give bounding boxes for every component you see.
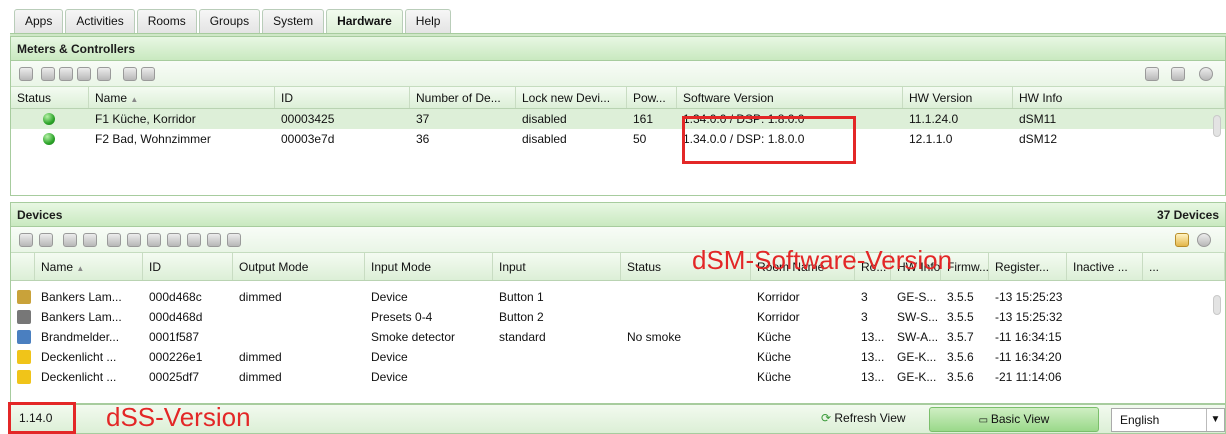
- col-hw-info[interactable]: HW Info: [1013, 87, 1225, 108]
- device-count: 37 Devices: [1156, 208, 1219, 222]
- tab-activities[interactable]: Activities: [65, 9, 135, 33]
- table-row[interactable]: Deckenlicht ... 00025df7 dimmed Device Küche…: [11, 367, 1225, 387]
- minus-circle-icon[interactable]: [1197, 233, 1211, 247]
- meters-header-row: Status Name ▲ ID Number of De... Lock ne…: [11, 87, 1225, 109]
- status-ok-icon: [43, 113, 55, 125]
- signal-icon[interactable]: [63, 233, 77, 247]
- dsm-software-version-label: dSM-Software-Version: [692, 245, 953, 275]
- device-type-icon: [17, 330, 31, 344]
- devices-panel-title: Devices 37 Devices: [11, 203, 1225, 227]
- tab-system[interactable]: System: [262, 9, 325, 33]
- meter-row[interactable]: F1 Küche, Korridor 00003425 37 disabled …: [11, 109, 1225, 129]
- refresh-view-button[interactable]: ⟳ Refresh View: [811, 407, 916, 432]
- col-id[interactable]: ID: [275, 87, 410, 108]
- config-icon[interactable]: [83, 233, 97, 247]
- col-input-mode[interactable]: Input Mode: [365, 253, 493, 280]
- device-type-icon: [17, 290, 31, 304]
- col-id[interactable]: ID: [143, 253, 233, 280]
- table-row[interactable]: Bankers Lam... 000d468d Presets 0-4 Button …: [11, 307, 1225, 327]
- col-status[interactable]: Status: [11, 87, 89, 108]
- col-name[interactable]: Name ▲: [89, 87, 275, 108]
- config-icon[interactable]: [59, 67, 73, 81]
- status-ok-icon: [43, 133, 55, 145]
- col-sw-version[interactable]: Software Version: [677, 87, 903, 108]
- scene-icon[interactable]: [107, 233, 121, 247]
- tab-apps[interactable]: Apps: [14, 9, 64, 33]
- device-edit-icon[interactable]: [39, 233, 53, 247]
- sort-asc-icon: ▲: [76, 264, 85, 273]
- dss-version-label: dSS-Version: [106, 402, 251, 432]
- list-icon[interactable]: [1145, 67, 1159, 81]
- pen-icon[interactable]: [227, 233, 241, 247]
- devices-header-row: Name ▲ ID Output Mode Input Mode Input S…: [11, 253, 1225, 281]
- col-devices[interactable]: Number of De...: [410, 87, 516, 108]
- col-input[interactable]: Input: [493, 253, 621, 280]
- col-hw-version[interactable]: HW Version: [903, 87, 1013, 108]
- tab-help[interactable]: Help: [404, 9, 452, 33]
- basic-view-icon: ▭: [978, 415, 991, 426]
- tab-groups[interactable]: Groups: [198, 9, 261, 33]
- language-select[interactable]: English ▼: [1111, 408, 1225, 432]
- identify-icon[interactable]: [19, 67, 33, 81]
- main-tabs: Apps Activities Rooms Groups System Hard…: [14, 9, 452, 35]
- rescan-icon[interactable]: [77, 67, 91, 81]
- col-name[interactable]: Name ▲: [35, 253, 143, 280]
- col-more[interactable]: ...: [1143, 253, 1225, 280]
- sort-asc-icon: ▲: [130, 95, 139, 104]
- basic-view-button[interactable]: ▭ Basic View: [929, 407, 1099, 432]
- dss-version: 1.14.0: [19, 411, 53, 425]
- meters-toolbar: [11, 61, 1225, 87]
- edit-icon[interactable]: [141, 67, 155, 81]
- lock-icon[interactable]: [1175, 233, 1189, 247]
- tools-alt-icon[interactable]: [187, 233, 201, 247]
- device-type-icon: [17, 370, 31, 384]
- stats-icon[interactable]: [147, 233, 161, 247]
- table-row[interactable]: Bankers Lam... 000d468c dimmed Device Button…: [11, 287, 1225, 307]
- tools-icon[interactable]: [167, 233, 181, 247]
- devices-rows: Bankers Lam... 000d468c dimmed Device Button…: [11, 287, 1225, 387]
- devices-scrollbar[interactable]: [1213, 295, 1221, 315]
- search-icon[interactable]: [97, 67, 111, 81]
- meter-row[interactable]: F2 Bad, Wohnzimmer 00003e7d 36 disabled …: [11, 129, 1225, 149]
- device-add-icon[interactable]: [19, 233, 33, 247]
- devices-grid: Name ▲ ID Output Mode Input Mode Input S…: [11, 253, 1225, 387]
- tab-rooms[interactable]: Rooms: [136, 9, 197, 33]
- document-icon[interactable]: [1171, 67, 1185, 81]
- col-registered[interactable]: Register...: [989, 253, 1067, 280]
- chevron-down-icon: ▼: [1206, 409, 1224, 431]
- table-row[interactable]: Brandmelder... 0001f587 Smoke detector stan…: [11, 327, 1225, 347]
- minus-circle-icon[interactable]: [1199, 67, 1213, 81]
- tools-icon[interactable]: [123, 67, 137, 81]
- col-power[interactable]: Pow...: [627, 87, 677, 108]
- meters-panel-title: Meters & Controllers: [11, 37, 1225, 61]
- col-lock[interactable]: Lock new Devi...: [516, 87, 627, 108]
- col-output-mode[interactable]: Output Mode: [233, 253, 365, 280]
- edit-icon[interactable]: [207, 233, 221, 247]
- device-type-icon: [17, 310, 31, 324]
- meters-grid: Status Name ▲ ID Number of De... Lock ne…: [11, 87, 1225, 149]
- refresh-icon: ⟳: [821, 411, 835, 425]
- meters-scrollbar[interactable]: [1213, 115, 1221, 137]
- table-row[interactable]: Deckenlicht ... 000226e1 dimmed Device Küche…: [11, 347, 1225, 367]
- settings-icon[interactable]: [127, 233, 141, 247]
- devices-toolbar: [11, 227, 1225, 253]
- meters-panel: Meters & Controllers Status Name ▲ ID Nu…: [10, 36, 1226, 196]
- tab-hardware[interactable]: Hardware: [326, 9, 403, 35]
- device-type-icon: [17, 350, 31, 364]
- signal-icon[interactable]: [41, 67, 55, 81]
- col-inactive[interactable]: Inactive ...: [1067, 253, 1143, 280]
- devices-panel: Devices 37 Devices Name ▲ ID Output Mode…: [10, 202, 1226, 404]
